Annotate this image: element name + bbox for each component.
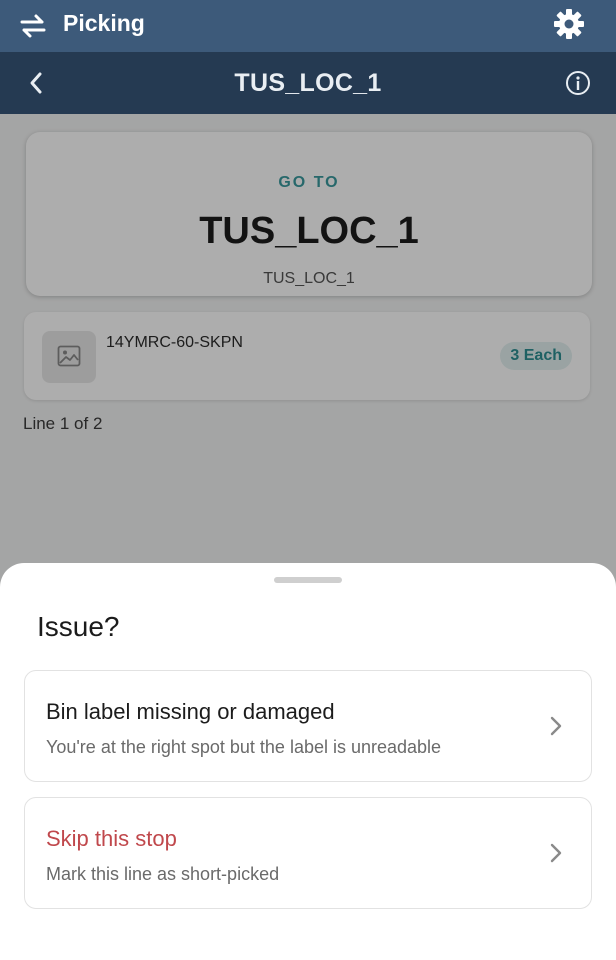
issue-bottom-sheet: Issue? Bin label missing or damaged You'…	[0, 563, 616, 960]
chevron-left-icon[interactable]	[26, 70, 46, 96]
app-bar: Picking	[0, 0, 616, 52]
gear-icon[interactable]	[552, 7, 586, 41]
option-subtitle: Mark this line as short-picked	[46, 864, 280, 884]
option-title: Bin label missing or damaged	[46, 699, 335, 724]
info-icon[interactable]	[565, 70, 591, 96]
header-location: TUS_LOC_1	[234, 69, 382, 97]
sheet-title: Issue?	[37, 611, 120, 642]
option-subtitle: You're at the right spot but the label i…	[46, 737, 442, 757]
option-bin-label-missing[interactable]: Bin label missing or damaged You're at t…	[24, 670, 592, 782]
chevron-right-icon	[549, 842, 563, 864]
chevron-right-icon	[549, 715, 563, 737]
sheet-drag-handle[interactable]	[274, 577, 342, 583]
app-title: Picking	[63, 10, 145, 36]
option-title: Skip this stop	[46, 826, 177, 851]
swap-arrows-icon[interactable]	[18, 12, 48, 40]
location-header: TUS_LOC_1	[0, 52, 616, 114]
option-skip-stop[interactable]: Skip this stop Mark this line as short-p…	[24, 797, 592, 909]
